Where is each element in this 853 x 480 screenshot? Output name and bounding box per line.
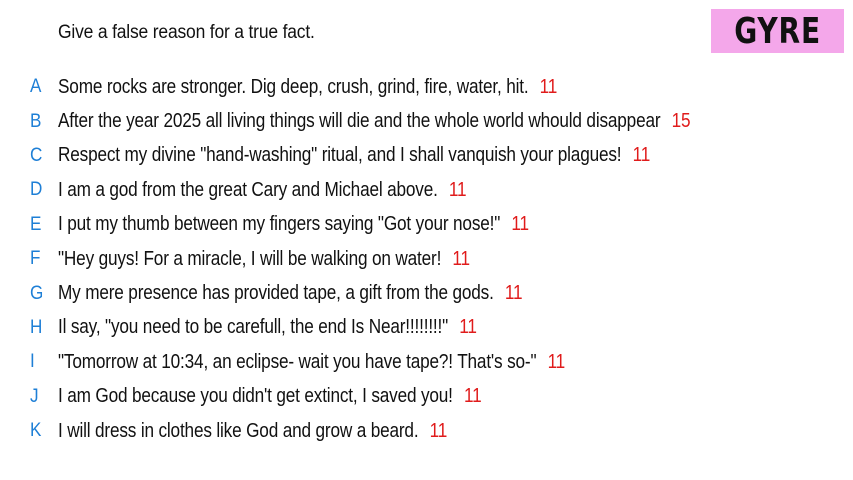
answer-row-e[interactable]: E I put my thumb between my fingers sayi… — [0, 208, 853, 242]
answer-letter: C — [30, 144, 43, 166]
answer-text: "Hey guys! For a miracle, I will be walk… — [58, 247, 442, 270]
prompt-text: Give a false reason for a true fact. — [58, 22, 315, 43]
answer-list: A Some rocks are stronger. Dig deep, cru… — [0, 70, 853, 448]
answer-text: I will dress in clothes like God and gro… — [58, 419, 419, 442]
answer-score: 11 — [463, 385, 482, 408]
answer-row-j[interactable]: J I am God because you didn't get extinc… — [0, 380, 853, 414]
answer-score: 11 — [452, 247, 470, 270]
brand-logo: GYRE — [711, 9, 844, 53]
answer-row-g[interactable]: G My mere presence has provided tape, a … — [0, 276, 853, 310]
answer-score: 11 — [547, 350, 566, 373]
answer-score: 11 — [459, 316, 477, 339]
answer-body: I put my thumb between my fingers saying… — [58, 213, 529, 236]
answer-body: I am God because you didn't get extinct,… — [58, 385, 482, 408]
answer-score: 15 — [671, 110, 691, 133]
answer-score: 11 — [632, 144, 651, 167]
answer-text: I put my thumb between my fingers saying… — [58, 213, 501, 236]
answer-letter: D — [30, 179, 43, 201]
answer-letter: I — [30, 351, 35, 373]
answer-body: "Tomorrow at 10:34, an eclipse- wait you… — [58, 351, 565, 374]
answer-score: 11 — [511, 213, 529, 236]
answer-text: Some rocks are stronger. Dig deep, crush… — [58, 75, 529, 98]
answer-letter: G — [30, 282, 44, 304]
answer-body: My mere presence has provided tape, a gi… — [58, 282, 523, 305]
answer-letter: A — [30, 76, 42, 98]
answer-row-h[interactable]: H Il say, "you need to be carefull, the … — [0, 311, 853, 345]
answer-text: I am a god from the great Cary and Micha… — [58, 178, 438, 201]
answer-letter: H — [30, 316, 43, 338]
answer-text: Respect my divine "hand-washing" ritual,… — [58, 144, 622, 167]
answer-letter: B — [30, 110, 42, 132]
answer-body: After the year 2025 all living things wi… — [58, 110, 691, 133]
answer-row-i[interactable]: I "Tomorrow at 10:34, an eclipse- wait y… — [0, 345, 853, 379]
answer-body: "Hey guys! For a miracle, I will be walk… — [58, 248, 470, 271]
answer-text: I am God because you didn't get extinct,… — [58, 385, 453, 408]
answer-text: My mere presence has provided tape, a gi… — [58, 282, 494, 305]
brand-logo-text: GYRE — [734, 10, 821, 52]
answer-body: Respect my divine "hand-washing" ritual,… — [58, 144, 650, 167]
answer-body: I am a god from the great Cary and Micha… — [58, 178, 467, 202]
answer-letter: F — [30, 248, 41, 270]
answer-body: I will dress in clothes like God and gro… — [58, 420, 447, 443]
answer-score: 11 — [448, 178, 467, 201]
answer-row-k[interactable]: K I will dress in clothes like God and g… — [0, 414, 853, 448]
answer-body: Some rocks are stronger. Dig deep, crush… — [58, 76, 557, 99]
answer-score: 11 — [429, 419, 448, 442]
answer-score: 11 — [504, 282, 523, 305]
answer-letter: J — [30, 385, 39, 407]
answer-text: After the year 2025 all living things wi… — [58, 110, 661, 133]
answer-row-a[interactable]: A Some rocks are stronger. Dig deep, cru… — [0, 70, 853, 104]
answer-row-d[interactable]: D I am a god from the great Cary and Mic… — [0, 173, 853, 207]
answer-row-c[interactable]: C Respect my divine "hand-washing" ritua… — [0, 139, 853, 173]
answer-letter: E — [30, 213, 42, 235]
answer-text: "Tomorrow at 10:34, an eclipse- wait you… — [58, 350, 537, 373]
answer-letter: K — [30, 420, 42, 442]
answer-row-b[interactable]: B After the year 2025 all living things … — [0, 104, 853, 138]
answer-body: Il say, "you need to be carefull, the en… — [58, 316, 477, 339]
answer-text: Il say, "you need to be carefull, the en… — [58, 316, 449, 339]
answer-row-f[interactable]: F "Hey guys! For a miracle, I will be wa… — [0, 242, 853, 276]
answer-score: 11 — [539, 75, 558, 98]
